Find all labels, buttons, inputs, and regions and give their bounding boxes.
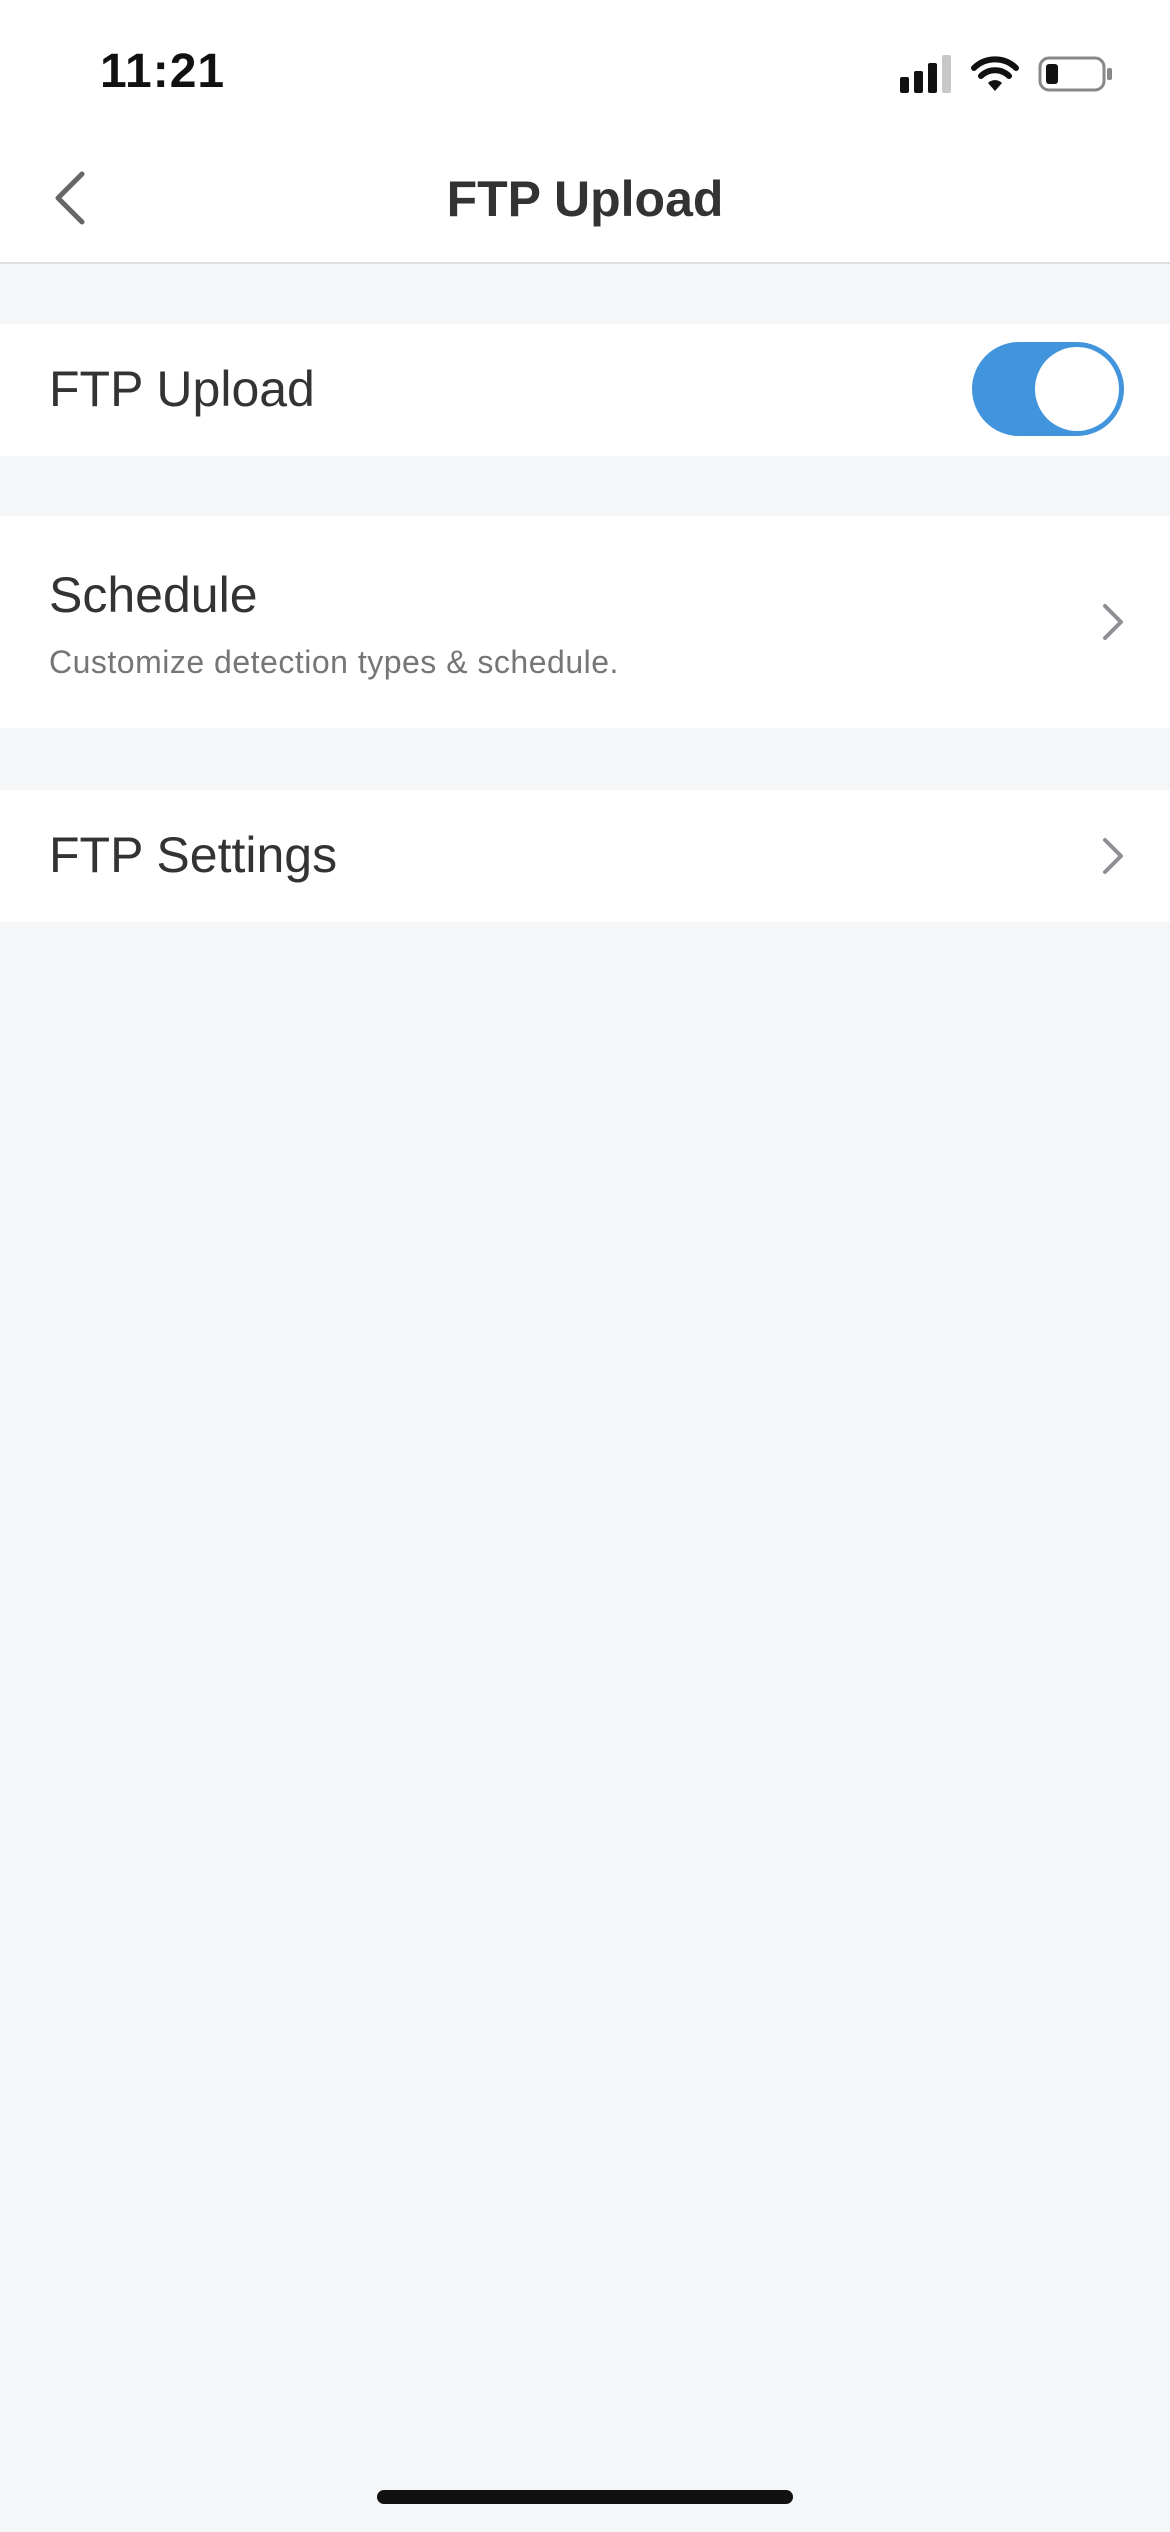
status-bar: 11:21 [0,0,1170,140]
nav-bar: FTP Upload [0,140,1170,264]
chevron-right-icon [1103,838,1123,874]
toggle-knob [1035,347,1119,431]
home-indicator [377,2490,793,2504]
page-title: FTP Upload [446,171,724,227]
wifi-icon [971,56,1019,91]
chevron-right-icon [1103,604,1123,640]
ftp-upload-toggle[interactable] [972,342,1124,436]
ftp-settings-row[interactable]: FTP Settings [0,790,1170,922]
cellular-signal-icon [900,55,951,93]
schedule-row[interactable]: Schedule Customize detection types & sch… [0,516,1170,728]
status-icons [900,52,1114,96]
status-time: 11:21 [100,45,226,98]
ftp-upload-row: FTP Upload [0,324,1170,456]
schedule-description: Customize detection types & schedule. [49,644,619,680]
schedule-label: Schedule [49,567,258,623]
ftp-settings-label: FTP Settings [49,827,338,883]
ftp-upload-label: FTP Upload [49,361,315,417]
battery-icon [1038,56,1112,92]
